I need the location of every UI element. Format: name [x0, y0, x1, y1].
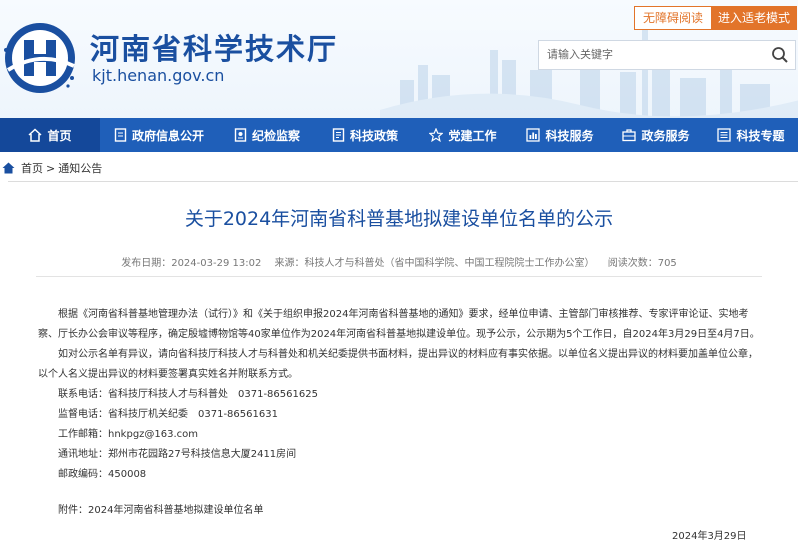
view-count: 阅读次数：705: [607, 258, 677, 269]
site-header: 河南省科学技术厅 kjt.henan.gov.cn 无障碍阅读 进入适老模式: [0, 0, 798, 118]
paragraph: 根据《河南省科普基地管理办法（试行）》和《关于组织申报2024年河南省科普基地的…: [38, 309, 760, 340]
policy-icon: [332, 128, 345, 142]
divider: [8, 181, 798, 182]
site-domain: kjt.henan.gov.cn: [92, 66, 225, 85]
chart-icon: [526, 128, 541, 142]
nav-label: 纪检监察: [251, 128, 300, 143]
attachment-link[interactable]: 附件：2024年河南省科普基地拟建设单位名单: [38, 501, 764, 521]
nav-label: 首页: [47, 128, 72, 143]
inspection-icon: [234, 128, 247, 142]
briefcase-icon: [622, 129, 637, 142]
nav-label: 政务服务: [641, 128, 690, 143]
paragraph: 如对公示名单有异议，请向省科技厅科技人才与科普处和机关纪委提供书面材料，提出异议…: [38, 349, 758, 380]
nav-item-gov-info[interactable]: 政府信息公开: [100, 118, 218, 152]
postcode: 邮政编码：450008: [58, 469, 147, 480]
nav-item-party[interactable]: 党建工作: [414, 118, 512, 152]
divider: [36, 276, 762, 277]
elder-mode-button[interactable]: 进入适老模式: [711, 6, 797, 30]
nav-label: 科技服务: [545, 128, 594, 143]
work-email: 工作邮箱：hnkpgz@163.com: [58, 429, 199, 440]
search-icon[interactable]: [771, 46, 789, 64]
home-icon[interactable]: [2, 162, 15, 174]
search-input[interactable]: [539, 41, 765, 67]
nav-item-inspection[interactable]: 纪检监察: [218, 118, 316, 152]
nav-label: 科技政策: [349, 128, 398, 143]
breadcrumb-separator: >: [46, 161, 56, 175]
nav-label: 政府信息公开: [131, 128, 204, 143]
article-source: 来源：科技人才与科普处（省中国科学院、中国工程院院士工作办公室）: [274, 258, 595, 269]
supervise-phone: 监督电话：省科技厅机关纪委 0371-86561631: [58, 409, 278, 420]
nav-item-home[interactable]: 首页: [0, 118, 100, 152]
document-icon: [114, 128, 127, 142]
nav-item-topics[interactable]: 科技专题: [704, 118, 798, 152]
signature-date: 2024年3月29日: [672, 531, 747, 542]
article-body: 根据《河南省科普基地管理办法（试行）》和《关于组织申报2024年河南省科普基地的…: [38, 305, 764, 521]
contact-phone: 联系电话：省科技厅科技人才与科普处 0371-86561625: [58, 389, 318, 400]
breadcrumb-current[interactable]: 通知公告: [58, 160, 102, 176]
publish-date: 发布日期：2024-03-29 13:02: [121, 258, 262, 269]
accessible-reading-button[interactable]: 无障碍阅读: [634, 6, 712, 30]
breadcrumb-home[interactable]: 首页: [21, 160, 43, 176]
henan-sci-tech-logo[interactable]: [2, 20, 78, 96]
article-title: 关于2024年河南省科普基地拟建设单位名单的公示: [184, 208, 614, 230]
article-meta: 发布日期：2024-03-29 13:02 来源：科技人才与科普处（省中国科学院…: [0, 254, 798, 269]
main-nav: 首页 政府信息公开 纪检监察 科技政策 党建工作 科技服务 政务服务 科技专题: [0, 118, 798, 152]
nav-label: 党建工作: [448, 128, 497, 143]
home-icon: [28, 128, 42, 142]
nav-item-gov-service[interactable]: 政务服务: [608, 118, 704, 152]
breadcrumb: 首页 > 通知公告: [0, 157, 102, 179]
nav-item-policy[interactable]: 科技政策: [316, 118, 414, 152]
mailing-address: 通讯地址：郑州市花园路27号科技信息大厦2411房间: [58, 449, 297, 460]
nav-item-service[interactable]: 科技服务: [512, 118, 608, 152]
site-name: 河南省科学技术厅: [90, 32, 339, 66]
star-icon: [429, 128, 444, 142]
search-box: [538, 40, 796, 70]
list-icon: [717, 128, 732, 142]
nav-label: 科技专题: [736, 128, 785, 143]
